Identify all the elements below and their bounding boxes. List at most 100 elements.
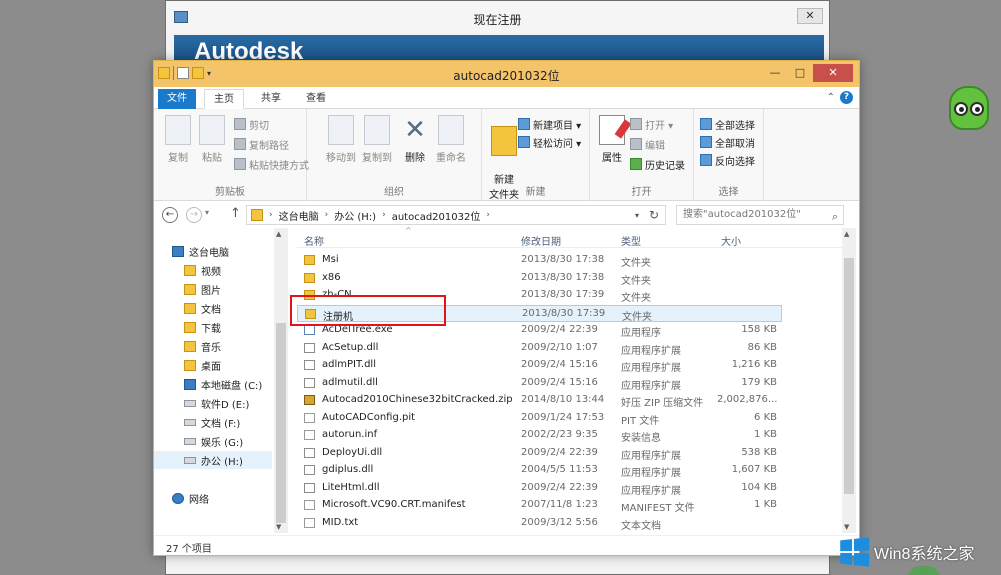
breadcrumb-separator[interactable]: › [325,210,329,220]
address-dropdown-icon[interactable]: ▾ [635,211,639,220]
easy-access-button[interactable]: 轻松访问 ▾ [518,133,581,151]
nav-item-3[interactable]: 文档 [154,299,272,317]
nav-item-11[interactable]: 办公 (H:) [154,451,272,469]
breadcrumb-separator[interactable]: › [486,210,490,220]
nav-item-5[interactable]: 音乐 [154,337,272,355]
file-size: 158 KB [741,324,777,335]
up-button[interactable]: ↑ [230,206,241,221]
nav-scrollbar-thumb[interactable] [276,323,286,523]
breadcrumb-this-pc[interactable]: 这台电脑 [279,208,319,223]
recent-locations-icon[interactable]: ▾ [205,208,209,217]
scroll-up-icon[interactable]: ▲ [276,230,281,238]
scroll-down-icon[interactable]: ▼ [844,523,849,531]
tab-home[interactable]: 主页 [204,89,244,109]
folder-icon [184,283,196,295]
nav-item-7[interactable]: 本地磁盘 (C:) [154,375,272,393]
nav-item-12[interactable]: 网络 [154,489,272,507]
new-folder-qat-icon[interactable] [192,67,204,79]
file-row[interactable]: autorun.inf 2002/2/23 9:35 安装信息 1 KB [297,427,782,444]
history-button[interactable]: 历史记录 [630,155,685,173]
invert-selection-button[interactable]: 反向选择 [700,151,755,169]
file-list-scrollbar-thumb[interactable] [844,258,854,494]
breadcrumb-separator[interactable]: › [382,210,386,220]
ribbon-collapse-icon[interactable]: ⌃ [827,92,835,103]
breadcrumb-current-folder[interactable]: autocad201032位 [392,208,481,223]
copy-path-button[interactable]: 复制路径 [234,135,289,153]
forward-button[interactable]: → [186,207,202,223]
select-group-label: 选择 [718,187,739,198]
nav-item-label: 本地磁盘 (C:) [201,380,263,392]
folder-icon [158,67,170,79]
file-row[interactable]: adlmPIT.dll 2009/2/4 15:16 应用程序扩展 1,216 KB [297,357,782,374]
file-row[interactable]: MID.txt 2009/3/12 5:56 文本文档 [297,515,782,532]
nav-item-1[interactable]: 视频 [154,261,272,279]
nav-item-10[interactable]: 娱乐 (G:) [154,432,272,450]
folder-icon [251,209,263,221]
file-row[interactable]: adlmutil.dll 2009/2/4 15:16 应用程序扩展 179 KB [297,375,782,392]
explorer-titlebar[interactable]: ▾ autocad201032位 — □ ✕ [154,61,859,87]
maximize-button[interactable]: □ [788,64,812,82]
file-type: 应用程序扩展 [621,363,681,374]
help-icon[interactable]: ? [840,91,853,104]
tab-share[interactable]: 共享 [252,89,290,109]
registration-close-button[interactable]: ✕ [797,8,823,24]
search-placeholder: 搜索"autocad201032位" [683,209,801,220]
nav-item-6[interactable]: 桌面 [154,356,272,374]
file-row[interactable]: AutoCADConfig.pit 2009/1/24 17:53 PIT 文件 6 … [297,410,782,427]
column-modified[interactable]: 修改日期 [521,233,561,248]
breadcrumb-drive-h[interactable]: 办公 (H:) [334,208,376,223]
refresh-icon[interactable]: ↻ [649,208,659,222]
paste-button[interactable]: 粘贴 [192,115,232,164]
qat-dropdown-icon[interactable]: ▾ [207,69,211,78]
search-input[interactable]: 搜索"autocad201032位" ⌕ [676,205,844,225]
search-icon[interactable]: ⌕ [832,208,838,226]
file-row[interactable]: LiteHtml.dll 2009/2/4 22:39 应用程序扩展 104 KB [297,480,782,497]
file-row[interactable]: Microsoft.VC90.CRT.manifest 2007/11/8 1:2… [297,497,782,514]
file-name: LiteHtml.dll [322,481,380,493]
quick-access-toolbar: ▾ [158,66,211,80]
move-to-button[interactable]: 移动到 [321,115,361,164]
tab-file[interactable]: 文件 [158,89,196,109]
tab-view[interactable]: 查看 [297,89,335,109]
nav-item-8[interactable]: 软件D (E:) [154,394,272,412]
nav-item-2[interactable]: 图片 [154,280,272,298]
column-size[interactable]: 大小 [721,233,741,248]
minimize-button[interactable]: — [763,64,787,82]
new-item-button[interactable]: 新建项目 ▾ [518,115,581,133]
nav-item-0[interactable]: 这台电脑 [154,242,272,260]
nav-item-4[interactable]: 下载 [154,318,272,336]
edit-button[interactable]: 编辑 [630,135,665,153]
rename-button[interactable]: 重命名 [431,115,471,164]
scroll-up-icon[interactable]: ▲ [844,230,849,238]
file-type: 文件夹 [621,275,651,287]
copy-to-label: 复制到 [362,153,392,164]
select-all-button[interactable]: 全部选择 [700,115,755,133]
text-file-icon [304,430,315,440]
paste-shortcut-button[interactable]: 粘贴快捷方式 [234,155,309,173]
back-button[interactable]: ← [162,207,178,223]
file-list-scrollbar[interactable]: ▲ ▼ [842,228,856,533]
file-row[interactable]: Autocad2010Chinese32bitCracked.zip 2014/8… [297,392,782,409]
zip-archive-icon [304,395,315,405]
copy-to-button[interactable]: 复制到 [357,115,397,164]
scroll-down-icon[interactable]: ▼ [276,523,281,531]
text-file-icon [304,500,315,510]
close-button[interactable]: ✕ [813,64,853,82]
open-button[interactable]: 打开 ▾ [630,115,673,133]
delete-button[interactable]: ✕ 删除 [395,115,435,164]
address-bar[interactable]: › 这台电脑 › 办公 (H:) › autocad201032位 › ▾ ↻ [246,205,666,225]
column-type[interactable]: 类型 [621,233,641,248]
file-row[interactable]: x86 2013/8/30 17:38 文件夹 [297,270,782,287]
file-row[interactable]: gdiplus.dll 2004/5/5 11:53 应用程序扩展 1,607 KB [297,462,782,479]
properties-button[interactable]: 属性 [592,115,632,164]
file-row[interactable]: Msi 2013/8/30 17:38 文件夹 [297,252,782,269]
file-row[interactable]: AcSetup.dll 2009/2/10 1:07 应用程序扩展 86 KB [297,340,782,357]
file-row[interactable]: DeployUi.dll 2009/2/4 22:39 应用程序扩展 538 KB [297,445,782,462]
breadcrumb-separator[interactable]: › [269,210,273,220]
nav-item-9[interactable]: 文档 (F:) [154,413,272,431]
cut-button[interactable]: 剪切 [234,115,269,133]
select-none-button[interactable]: 全部取消 [700,133,755,151]
nav-scrollbar[interactable]: ▲ ▼ [274,228,288,533]
properties-qat-icon[interactable] [177,67,189,79]
column-name[interactable]: 名称 [304,233,324,248]
